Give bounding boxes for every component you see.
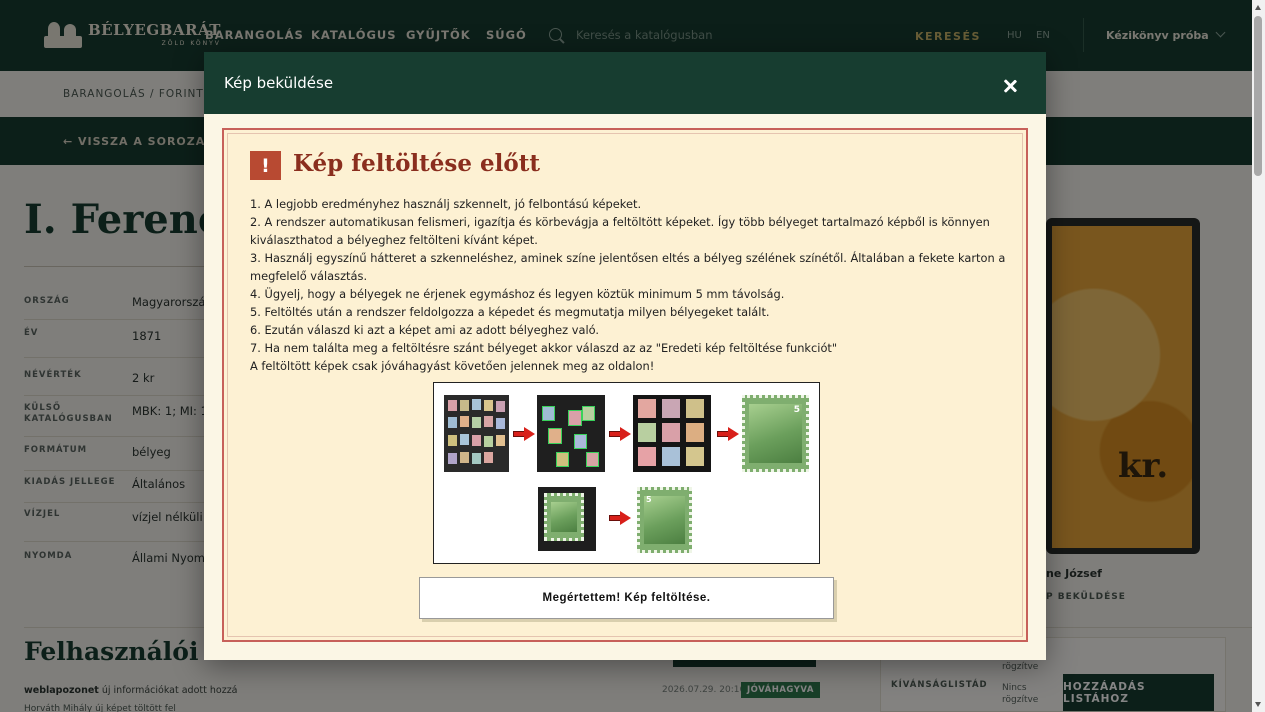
rules-list: 1. A legjobb eredményhez használj szkenn…: [250, 195, 1020, 375]
cropped-stamps-image: [633, 395, 711, 472]
warning-icon: !: [250, 151, 281, 180]
scanned-sheet-image: [444, 395, 509, 472]
rule-item: 1. A legjobb eredményhez használj szkenn…: [250, 197, 642, 211]
detection-image: [537, 395, 605, 472]
rule-item: 5. Feltöltés után a rendszer feldolgozza…: [250, 305, 770, 319]
stamp-value: 5: [793, 405, 800, 415]
arrow-right-icon: [513, 427, 535, 441]
original-result-image: 5: [637, 487, 692, 553]
notice-title: Kép feltöltése előtt: [293, 150, 540, 177]
original-scan-image: [538, 487, 596, 551]
result-stamp-image: 5: [742, 395, 809, 472]
scroll-up-icon[interactable]: [1255, 5, 1261, 10]
rule-note: A feltöltött képek csak jóváhagyást köve…: [250, 359, 655, 373]
arrow-right-icon: [609, 511, 631, 525]
modal-title: Kép beküldése: [224, 74, 334, 92]
stamp-value: 5: [646, 495, 652, 504]
confirm-upload-button[interactable]: Megértettem! Kép feltöltése.: [419, 577, 834, 619]
rule-item: 6. Ezután válaszd ki azt a képet ami az …: [250, 323, 600, 337]
arrow-right-icon: [717, 427, 739, 441]
rule-item: 3. Használj egyszínű hátteret a szkennel…: [250, 251, 1006, 283]
scroll-down-icon[interactable]: [1255, 702, 1261, 707]
modal-header: Kép beküldése: [204, 52, 1046, 114]
rule-item: 4. Ügyelj, hogy a bélyegek ne érjenek eg…: [250, 287, 785, 301]
rule-item: 7. Ha nem találta meg a feltöltésre szán…: [250, 341, 838, 355]
image-upload-modal: Kép beküldése ! Kép feltöltése előtt 1. …: [204, 52, 1046, 660]
upload-notice: ! Kép feltöltése előtt 1. A legjobb ered…: [222, 128, 1028, 642]
arrow-right-icon: [609, 427, 631, 441]
close-icon[interactable]: [1001, 77, 1019, 95]
rule-item: 2. A rendszer automatikusan felismeri, i…: [250, 215, 990, 247]
process-illustration: 5 5: [433, 382, 820, 564]
scrollbar-thumb[interactable]: [1254, 16, 1262, 176]
